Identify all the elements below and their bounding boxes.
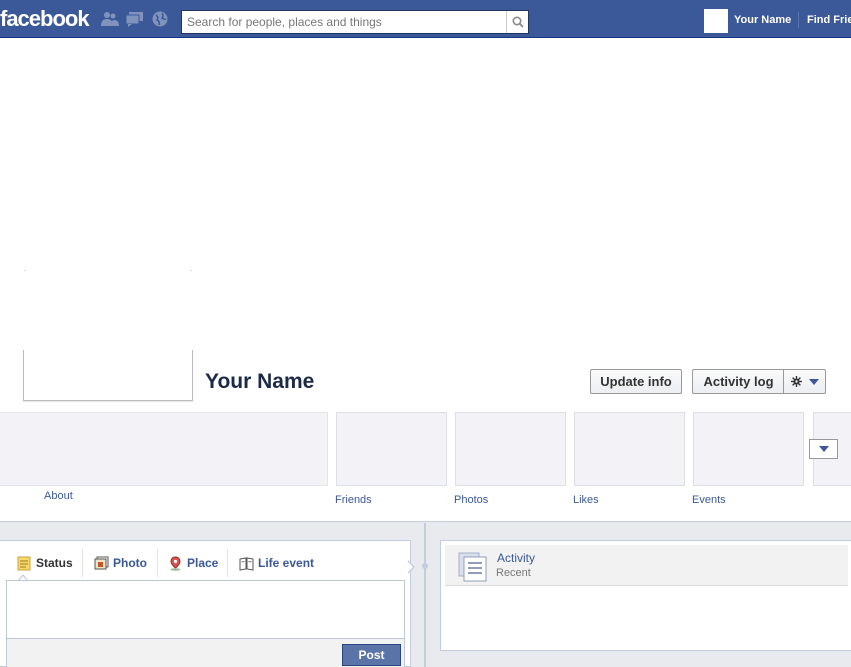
activity-title[interactable]: Activity: [497, 551, 535, 565]
about-link[interactable]: About: [44, 490, 73, 502]
status-textarea[interactable]: [6, 580, 405, 638]
profile-header: Your Name Update info Activity log About…: [0, 350, 851, 522]
events-tile[interactable]: [693, 412, 804, 486]
tab-divider: [157, 549, 158, 577]
user-name-link[interactable]: Your Name: [734, 14, 791, 26]
photos-label[interactable]: Photos: [454, 494, 488, 506]
tab-divider: [227, 549, 228, 577]
likes-label[interactable]: Likes: [573, 494, 599, 506]
place-pin-icon: [170, 555, 181, 571]
composer-footer: Post: [6, 638, 405, 667]
tab-divider: [82, 549, 83, 577]
more-apps-button[interactable]: [809, 439, 838, 459]
activity-subtitle: Recent: [496, 567, 531, 579]
user-avatar[interactable]: [704, 9, 728, 33]
gear-icon: [790, 376, 802, 387]
cover-photo[interactable]: [0, 38, 851, 350]
life-event-book-icon: [239, 556, 254, 571]
facebook-logo[interactable]: facebook: [0, 6, 90, 32]
activity-log-button[interactable]: Activity log: [692, 369, 784, 394]
top-bar: facebook Your Name Find Friends: [0, 0, 851, 38]
activity-header[interactable]: Activity Recent: [445, 545, 848, 586]
about-section[interactable]: [0, 412, 328, 486]
photo-icon: [94, 556, 109, 569]
composer-pointer-inner: [407, 561, 413, 573]
post-composer: Status Photo Place Life event Post: [0, 540, 411, 667]
timeline-dot: [422, 563, 428, 569]
topbar-divider: [798, 12, 799, 28]
chevron-down-icon: [808, 378, 819, 385]
search-button[interactable]: [506, 11, 528, 33]
tab-status[interactable]: Status: [17, 553, 73, 573]
notifications-globe-icon[interactable]: [151, 11, 169, 27]
likes-tile[interactable]: [574, 412, 685, 486]
post-button[interactable]: Post: [342, 644, 401, 666]
find-friends-link[interactable]: Find Friends: [807, 14, 851, 26]
activity-box: Activity Recent: [440, 540, 851, 651]
tab-photo[interactable]: Photo: [94, 553, 147, 573]
tab-photo-label: Photo: [113, 556, 147, 570]
activity-log-icon: [458, 552, 487, 582]
search-box: [181, 10, 529, 34]
tab-life-event[interactable]: Life event: [239, 553, 314, 573]
events-label[interactable]: Events: [692, 494, 726, 506]
tab-status-label: Status: [36, 556, 73, 570]
search-icon: [511, 16, 524, 28]
friend-requests-icon[interactable]: [101, 11, 119, 27]
cover-artifact: [190, 270, 192, 271]
friends-label[interactable]: Friends: [335, 494, 372, 506]
messages-icon[interactable]: [126, 11, 144, 27]
settings-dropdown-button[interactable]: [783, 369, 826, 394]
status-pencil-icon: [17, 556, 31, 570]
photos-tile[interactable]: [455, 412, 566, 486]
friends-tile[interactable]: [336, 412, 447, 486]
profile-name[interactable]: Your Name: [205, 370, 314, 394]
update-info-button[interactable]: Update info: [590, 369, 682, 394]
tab-life-event-label: Life event: [258, 556, 315, 570]
search-input[interactable]: [182, 11, 507, 33]
tab-place[interactable]: Place: [168, 553, 218, 573]
profile-picture[interactable]: [23, 350, 193, 401]
tab-place-label: Place: [187, 556, 219, 570]
timeline-spine: [424, 523, 426, 667]
chevron-down-icon: [818, 446, 829, 452]
cover-artifact: [24, 270, 26, 271]
